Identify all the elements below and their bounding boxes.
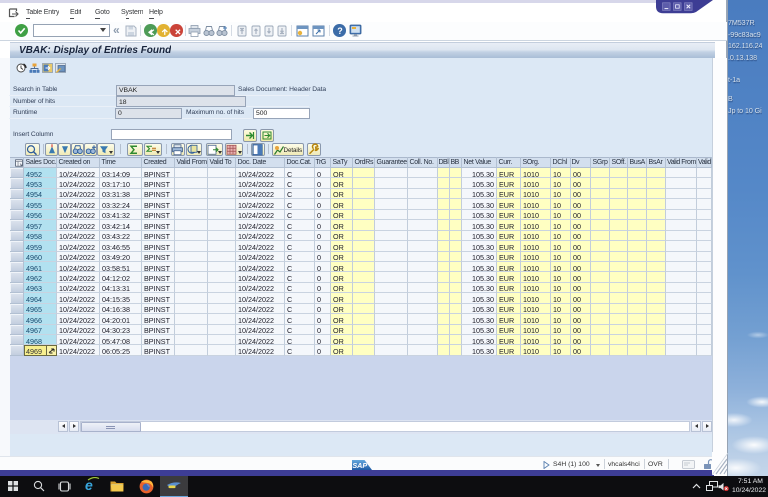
svg-text:SAP: SAP (352, 460, 367, 469)
